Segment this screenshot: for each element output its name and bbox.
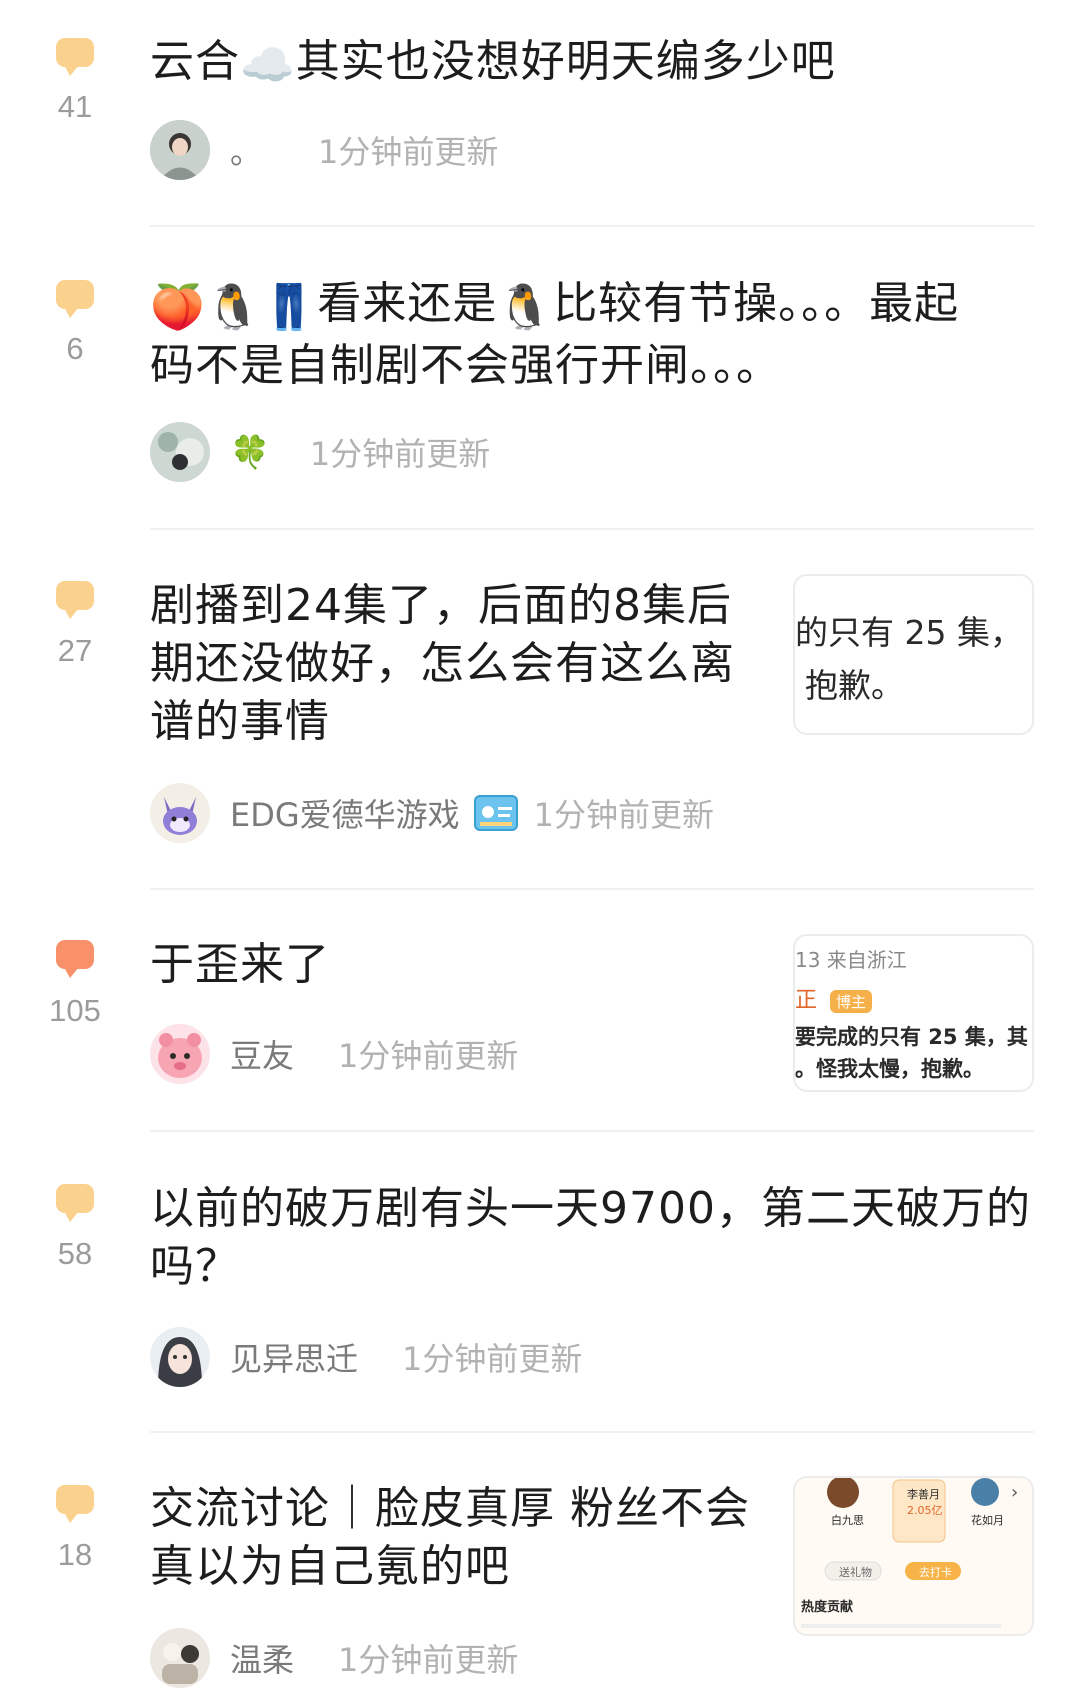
comment-count: 18 <box>57 1537 93 1572</box>
comment-count: 105 <box>49 993 101 1028</box>
update-time: 1分钟前更新 <box>338 1641 519 1679</box>
post-thumbnail[interactable]: 13 来自浙江 正 博主 要完成的只有 25 集，其 。怪我太慢，抱歉。 <box>793 934 1034 1092</box>
post-meta: 🍀 1分钟前更新 <box>150 422 490 482</box>
post-thumbnail[interactable]: 白九思 李善月 2.05亿 花如月 送礼物 去打卡 热度贡献 › <box>793 1476 1034 1636</box>
update-time: 1分钟前更新 <box>402 1340 583 1378</box>
comment-bubble-icon <box>56 280 94 318</box>
comment-bubble-icon <box>56 581 94 619</box>
post-feed: 41 云合☁️其实也没想好明天编多少吧 。 1分钟前更新 6 🍑🐧👖看来还是🐧比… <box>0 0 1080 1697</box>
cloud-icon: ☁️ <box>240 40 296 91</box>
avatar[interactable] <box>150 1327 210 1387</box>
penguin-icon: 🐧 <box>497 282 554 333</box>
divider <box>150 888 1034 890</box>
comment-bubble-icon <box>56 940 94 978</box>
divider <box>150 1431 1034 1433</box>
post-title[interactable]: 于歪来了 <box>150 936 330 994</box>
author-name[interactable]: 🍀 <box>230 433 270 471</box>
comment-bubble-icon <box>56 38 94 76</box>
post-title[interactable]: 云合☁️其实也没想好明天编多少吧 <box>150 33 836 95</box>
post-meta: 豆友 1分钟前更新 <box>150 1024 518 1084</box>
id-card-icon <box>473 795 518 831</box>
chevron-right-icon: › <box>1011 1482 1019 1503</box>
post-meta: EDG爱德华游戏 1分钟前更新 <box>150 783 714 843</box>
avatar[interactable] <box>150 422 210 482</box>
divider <box>150 528 1034 530</box>
avatar[interactable] <box>150 1024 210 1084</box>
post-title[interactable]: 🍑🐧👖看来还是🐧比较有节操。。。最起 码不是自制剧不会强行开闸。。。 <box>150 275 959 395</box>
comment-bubble-icon <box>56 1184 94 1222</box>
avatar[interactable] <box>150 120 210 180</box>
update-time: 1分钟前更新 <box>309 435 491 473</box>
post-thumbnail[interactable]: 的只有 25 集， 抱歉。 <box>793 574 1034 735</box>
post-meta: 见异思迁 1分钟前更新 <box>150 1327 582 1387</box>
comment-count: 6 <box>66 331 84 366</box>
avatar[interactable] <box>150 1628 210 1688</box>
avatar[interactable] <box>150 783 210 843</box>
post-meta: 温柔 1分钟前更新 <box>150 1628 518 1688</box>
comment-bubble-icon <box>56 1485 94 1523</box>
post-title[interactable]: 剧播到24集了，后面的8集后 期还没做好，怎么会有这么离 谱的事情 <box>150 577 735 751</box>
comment-count: 27 <box>57 633 93 668</box>
author-name[interactable]: EDG爱德华游戏 <box>230 790 460 836</box>
divider <box>150 1130 1034 1132</box>
author-name[interactable]: 豆友 <box>230 1031 294 1077</box>
jeans-icon: 👖 <box>261 282 318 333</box>
author-name[interactable]: 温柔 <box>230 1635 294 1681</box>
penguin-icon: 🐧 <box>205 282 262 333</box>
author-name[interactable]: 见异思迁 <box>230 1334 358 1380</box>
blogger-badge: 博主 <box>830 990 873 1013</box>
peach-icon: 🍑 <box>150 282 206 333</box>
post-meta: 。 1分钟前更新 <box>150 120 498 180</box>
comment-count: 41 <box>57 89 93 124</box>
update-time: 1分钟前更新 <box>338 1037 519 1075</box>
update-time: 1分钟前更新 <box>318 133 499 171</box>
update-time: 1分钟前更新 <box>533 796 715 834</box>
comment-count: 58 <box>57 1236 93 1271</box>
author-name[interactable]: 。 <box>230 127 262 173</box>
post-title[interactable]: 交流讨论｜脸皮真厚 粉丝不会 真以为自己氪的吧 <box>150 1480 750 1596</box>
divider <box>150 225 1034 227</box>
post-title[interactable]: 以前的破万剧有头一天9700，第二天破万的 吗？ <box>150 1180 1031 1296</box>
